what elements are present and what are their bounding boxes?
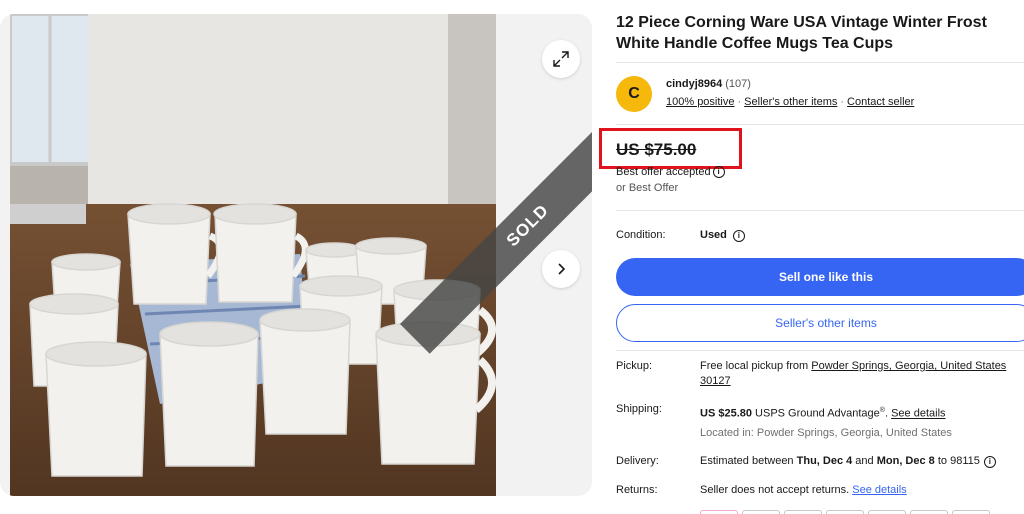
chevron-right-icon [558, 263, 566, 275]
thumbnail[interactable] [952, 510, 990, 514]
separator-dot: · [737, 96, 742, 108]
thumbnail[interactable] [742, 510, 780, 514]
condition-value-wrap: Used i [700, 228, 745, 243]
returns-value: Seller does not accept returns. See deta… [700, 483, 1024, 498]
returns-see-details-link[interactable]: See details [852, 484, 906, 496]
delivery-end: Mon, Dec 8 [876, 455, 935, 467]
seller-links: 100% positive · Seller's other items · Conta… [666, 96, 914, 108]
pickup-label: Pickup: [616, 360, 653, 372]
expand-image-button[interactable] [542, 40, 580, 78]
thumbnail[interactable] [784, 510, 822, 514]
condition-label: Condition: [616, 229, 666, 241]
best-offer-accepted: Best offer accepted i [616, 166, 725, 178]
divider [616, 62, 1024, 63]
shipping-cost: US $25.80 [700, 407, 752, 420]
seller-name-line: cindyj8964 (107) [666, 78, 751, 90]
next-image-button[interactable] [542, 250, 580, 288]
shipping-see-details-link[interactable]: See details [891, 408, 945, 420]
divider [616, 210, 1024, 211]
sell-one-like-this-button[interactable]: Sell one like this [616, 258, 1024, 296]
seller-card: C cindyj8964 (107) 100% positive · Seller's… [616, 76, 1024, 116]
contact-seller-link[interactable]: Contact seller [847, 96, 914, 108]
thumbnail[interactable] [700, 510, 738, 514]
bottom-thumbnail-strip [700, 510, 1024, 514]
shipping-located-in: Located in: Powder Springs, Georgia, Uni… [700, 427, 952, 439]
info-icon[interactable]: i [983, 455, 996, 468]
shipping-label: Shipping: [616, 403, 662, 415]
main-listing-photo[interactable] [10, 14, 496, 496]
seller-feedback-link[interactable]: 100% positive [666, 96, 735, 108]
thumbnail[interactable] [910, 510, 948, 514]
thumbnail[interactable] [826, 510, 864, 514]
divider [616, 124, 1024, 125]
separator-dot: · [840, 96, 845, 108]
delivery-value: Estimated between Thu, Dec 4 and Mon, De… [700, 454, 1024, 469]
delivery-and: and [852, 455, 877, 467]
shipping-service: USPS Ground Advantage [751, 407, 880, 420]
delivery-text: Estimated between Thu, Dec 4 and Mon, De… [700, 454, 980, 469]
seller-avatar[interactable]: C [616, 76, 652, 112]
returns-label: Returns: [616, 484, 658, 496]
image-gallery: SOLD [0, 14, 592, 496]
seller-name[interactable]: cindyj8964 [666, 78, 722, 90]
delivery-prefix: Estimated between [700, 455, 797, 467]
info-icon[interactable]: i [712, 166, 725, 178]
pickup-prefix: Free local pickup from [700, 360, 812, 372]
delivery-label: Delivery: [616, 455, 659, 467]
sellers-other-items-button[interactable]: Seller's other items [616, 304, 1024, 342]
seller-other-items-link[interactable]: Seller's other items [744, 96, 837, 108]
price: US $75.00 [616, 140, 697, 159]
divider [616, 350, 1024, 351]
mugs-photo-illustration [10, 14, 496, 496]
shipping-value: US $25.80 USPS Ground Advantage®. See de… [700, 403, 1024, 422]
best-offer-accepted-text: Best offer accepted [616, 166, 711, 178]
listing-details: 12 Piece Corning Ware USA Vintage Winter… [599, 0, 1024, 514]
listing-title: 12 Piece Corning Ware USA Vintage Winter… [616, 14, 987, 52]
info-icon[interactable]: i [732, 229, 745, 242]
seller-feedback-count: (107) [725, 78, 751, 90]
delivery-suffix: to 98115 [934, 455, 980, 467]
or-best-offer: or Best Offer [616, 182, 679, 194]
returns-text: Seller does not accept returns. [700, 484, 853, 496]
expand-icon [553, 51, 569, 67]
condition-value: Used [700, 229, 727, 241]
pickup-value: Free local pickup from Powder Springs, G… [700, 359, 1024, 389]
delivery-start: Thu, Dec 4 [796, 455, 853, 467]
thumbnail[interactable] [868, 510, 906, 514]
